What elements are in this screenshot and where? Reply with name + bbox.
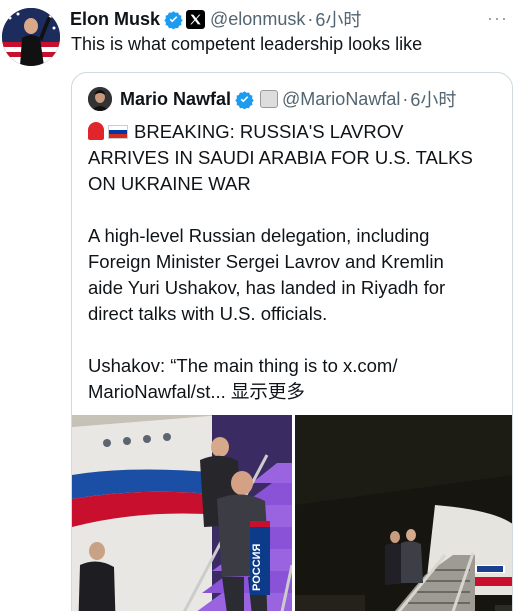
russia-flag-icon [108,125,128,139]
photo-sign-text: РОССИЯ [251,543,263,591]
text-line: A high-level Russian delegation, includi… [88,225,430,246]
author-name[interactable]: Elon Musk [70,9,160,30]
quoted-timestamp[interactable]: 6小时 [410,86,456,112]
avatar[interactable] [2,8,60,66]
quoted-author-handle[interactable]: @MarioNawfal [282,89,400,110]
photo-1[interactable]: РОССИЯ [72,415,292,611]
separator-dot: · [307,8,314,29]
text-line: aide Yuri Ushakov, has landed in Riyadh … [88,277,446,298]
tweet-text: This is what competent leadership looks … [71,34,423,54]
quoted-avatar[interactable] [88,87,112,111]
quoted-tweet-text: BREAKING: RUSSIA'S LAVROV ARRIVES IN SAU… [88,119,498,405]
tweet-header: Elon Musk @elonmusk · 6小时 [70,6,361,32]
quoted-tweet[interactable]: Mario Nawfal @MarioNawfal · 6小时 BREAKING… [71,72,513,611]
media-grid: РОССИЯ [72,415,512,611]
siren-icon [88,122,104,140]
text-line: direct talks with U.S. officials. [88,303,328,324]
timestamp[interactable]: 6小时 [315,6,361,32]
tweet: Elon Musk @elonmusk · 6小时 ··· This is wh… [0,0,513,611]
text-line: ON UKRAINE WAR [88,173,251,194]
text-line: Foreign Minister Sergei Lavrov and Kreml… [88,251,444,272]
photo-2[interactable] [295,415,512,611]
affiliate-badge-icon [260,90,279,108]
text-line: Ushakov: “The main thing is to x.com/ [88,355,398,376]
verified-icon [164,10,183,29]
verified-icon [235,90,254,109]
more-options-icon[interactable]: ··· [487,8,508,29]
author-handle[interactable]: @elonmusk [210,9,305,30]
show-more-link[interactable]: 显示更多 [231,381,305,402]
text-line: BREAKING: RUSSIA'S LAVROV [88,119,498,145]
text-line: ARRIVES IN SAUDI ARABIA FOR U.S. TALKS [88,147,473,168]
quoted-tweet-header: Mario Nawfal @MarioNawfal · 6小时 [88,87,456,111]
x-affiliate-icon [186,9,206,29]
separator-dot: · [402,88,409,109]
quoted-author-name[interactable]: Mario Nawfal [120,89,231,110]
text-line: MarioNawfal/st... 显示更多 [88,381,305,402]
